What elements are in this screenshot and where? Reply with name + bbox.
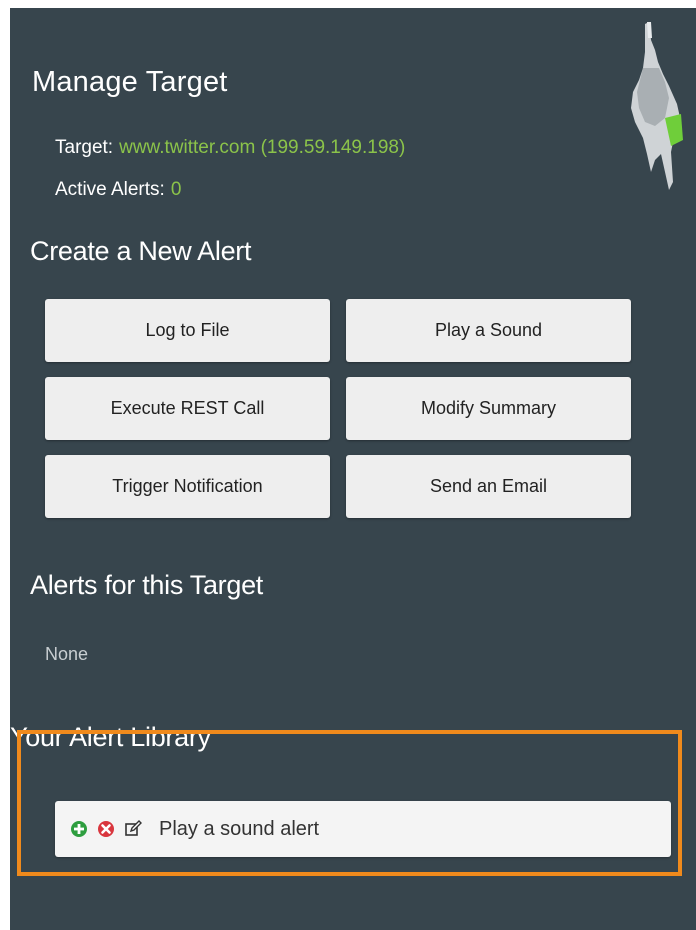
modify-summary-button[interactable]: Modify Summary [346, 377, 631, 440]
add-icon[interactable] [70, 820, 88, 838]
create-alert-heading: Create a New Alert [30, 236, 252, 266]
superhero-mascot-icon [631, 22, 683, 190]
target-info: Target: www.twitter.com (199.59.149.198) [55, 137, 405, 159]
send-an-email-button[interactable]: Send an Email [346, 455, 631, 518]
execute-rest-call-button[interactable]: Execute REST Call [45, 377, 330, 440]
library-item-label: Play a sound alert [159, 817, 320, 840]
active-alerts-count: 0 [170, 179, 182, 200]
target-alerts-heading: Alerts for this Target [30, 570, 263, 600]
play-a-sound-button[interactable]: Play a Sound [346, 299, 631, 362]
log-to-file-button[interactable]: Log to File [45, 299, 330, 362]
target-value: www.twitter.com (199.59.149.198) [119, 137, 406, 158]
target-label: Target: [55, 137, 114, 158]
remove-icon[interactable] [97, 820, 115, 838]
active-alerts-info: Active Alerts: 0 [55, 179, 181, 201]
no-alerts-text: None [45, 644, 89, 664]
library-item[interactable]: Play a sound alert [55, 801, 671, 857]
trigger-notification-button[interactable]: Trigger Notification [45, 455, 330, 518]
edit-icon[interactable] [124, 820, 142, 838]
active-alerts-label: Active Alerts: [55, 179, 165, 200]
page-title: Manage Target [32, 66, 228, 98]
